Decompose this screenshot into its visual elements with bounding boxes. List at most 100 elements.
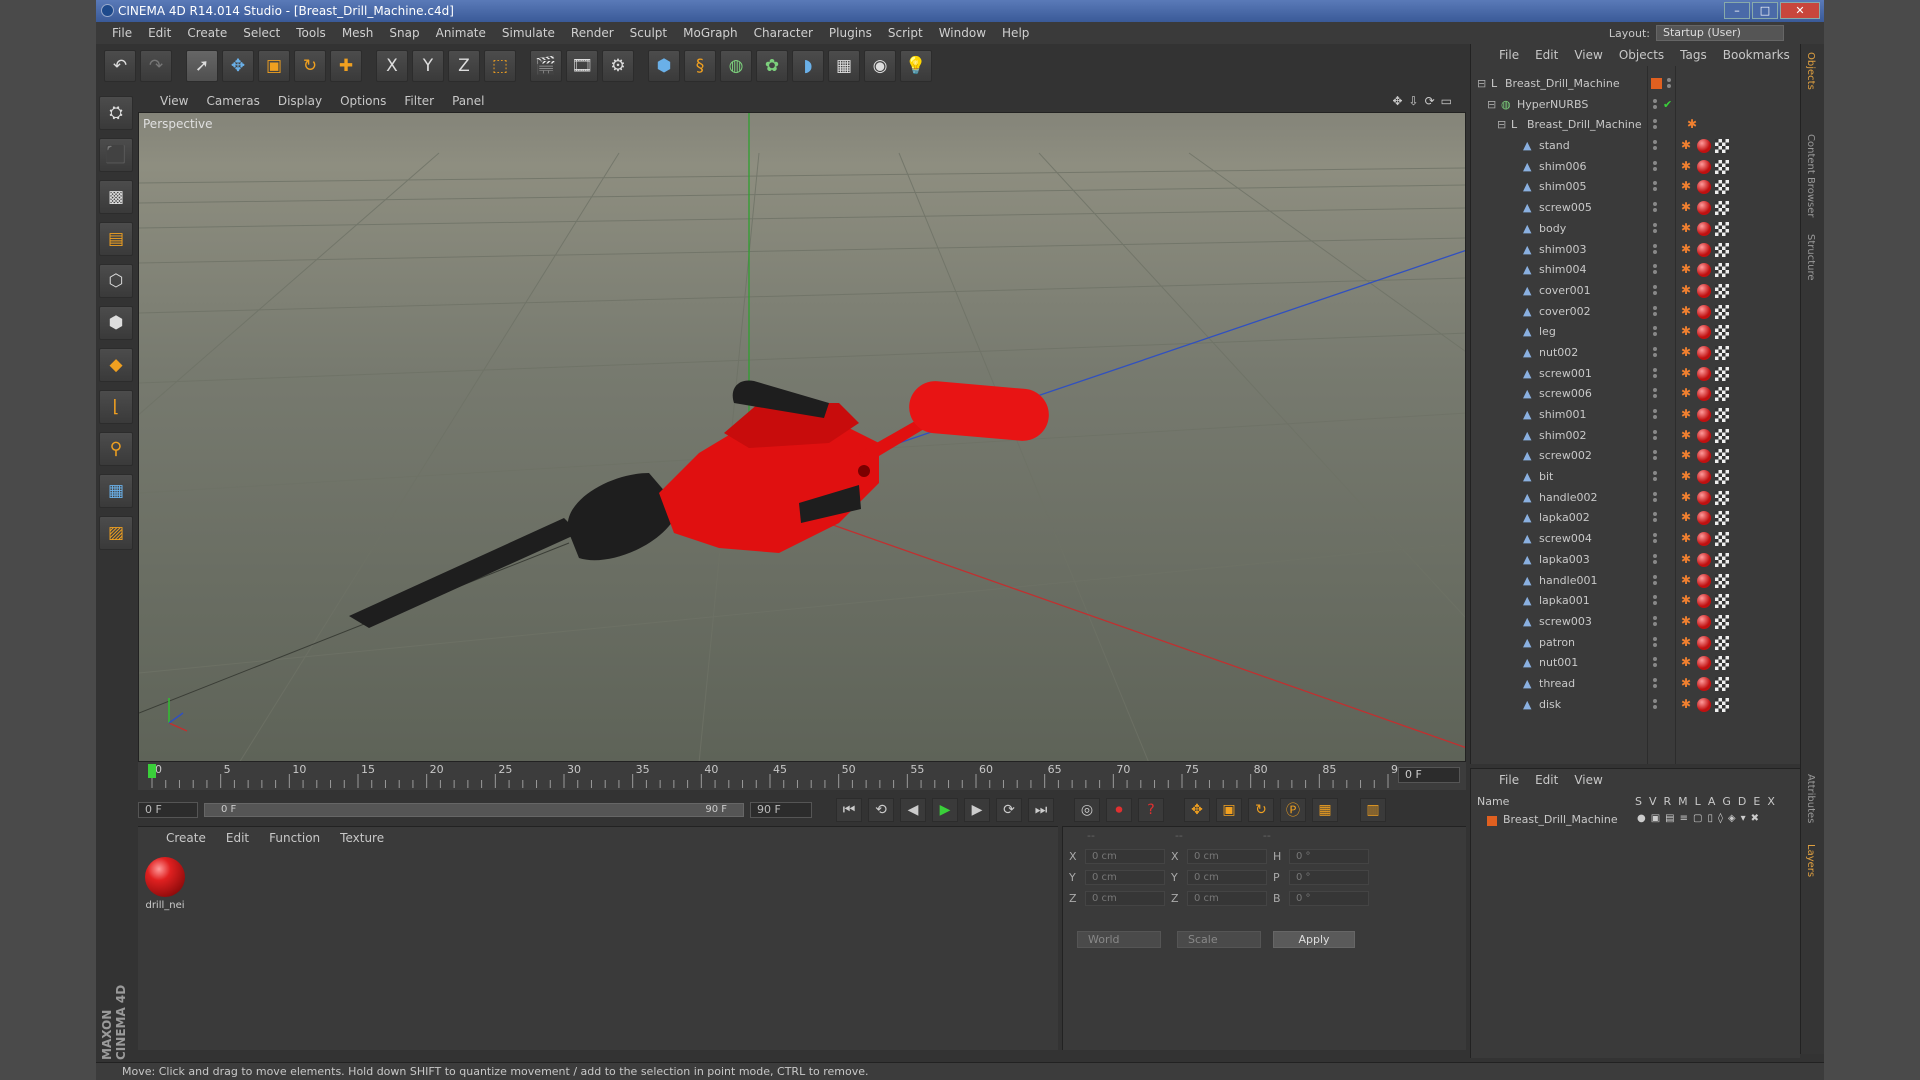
material-tag-icon[interactable]	[1697, 470, 1711, 485]
material-tag-icon[interactable]	[1697, 552, 1711, 567]
material-tag-icon[interactable]	[1697, 387, 1711, 402]
objects-menu-edit[interactable]: Edit	[1535, 48, 1558, 62]
phong-tag-icon[interactable]: ✱	[1681, 243, 1693, 255]
workplane-lock-icon[interactable]: ▨	[99, 516, 133, 550]
perspective-viewport[interactable]: Perspective	[138, 112, 1466, 762]
viewport-menu-cameras[interactable]: Cameras	[206, 94, 259, 108]
record-rotation-icon[interactable]: ↻	[1248, 798, 1274, 822]
model-mode-icon[interactable]: ⬛	[99, 138, 133, 172]
phong-tag-icon[interactable]: ✱	[1681, 325, 1693, 337]
menu-render[interactable]: Render	[563, 26, 622, 40]
visibility-dots[interactable]	[1651, 615, 1659, 628]
tree-item-object[interactable]: ▲ handle002 ✱	[1471, 488, 1801, 509]
uvw-tag-icon[interactable]	[1715, 573, 1729, 588]
material-tag-icon[interactable]	[1697, 428, 1711, 443]
uvw-tag-icon[interactable]	[1715, 180, 1729, 195]
tree-item-object[interactable]: ▲ cover001 ✱	[1471, 281, 1801, 302]
phong-tag-icon[interactable]: ✱	[1681, 491, 1693, 503]
tree-item-object[interactable]: ▲ shim004 ✱	[1471, 260, 1801, 281]
viewport-navigation-icons[interactable]: ✥⇩⟳▭	[1392, 94, 1458, 108]
layer-column-x[interactable]: X	[1767, 795, 1775, 808]
phong-tag-icon[interactable]: ✱	[1681, 201, 1693, 213]
uvw-tag-icon[interactable]	[1715, 428, 1729, 443]
phong-tag-icon[interactable]: ✱	[1681, 636, 1693, 648]
material-tag-icon[interactable]	[1697, 180, 1711, 195]
minimize-button[interactable]: –	[1724, 2, 1750, 19]
rotate-icon[interactable]: ↻	[294, 50, 326, 82]
visibility-dots[interactable]	[1651, 471, 1659, 483]
layer-toggle-icons[interactable]: ●▣▤≡▢▯◊◈▾✖	[1637, 813, 1764, 824]
phong-tag-icon[interactable]: ✱	[1681, 449, 1693, 461]
uvw-tag-icon[interactable]	[1715, 325, 1729, 340]
phong-tag-icon[interactable]: ✱	[1681, 677, 1693, 689]
phong-tag-icon[interactable]: ✱	[1681, 387, 1693, 399]
uvw-tag-icon[interactable]	[1715, 139, 1729, 154]
visibility-dots[interactable]	[1651, 595, 1659, 607]
visibility-dots[interactable]	[1651, 222, 1659, 235]
record-parameter-icon[interactable]: Ⓟ	[1280, 798, 1306, 822]
tree-item-object[interactable]: ▲ screw003 ✱	[1471, 612, 1801, 633]
material-tag-icon[interactable]	[1697, 242, 1711, 257]
material-tag-icon[interactable]	[1697, 304, 1711, 319]
deformer-icon[interactable]: ◗	[792, 50, 824, 82]
material-tag-icon[interactable]	[1697, 408, 1711, 422]
timeline-window-icon[interactable]: ▥	[1360, 798, 1386, 822]
render-picture-viewer-icon[interactable]: 🎞	[566, 50, 598, 82]
objects-menu-file[interactable]: File	[1499, 48, 1519, 62]
uvw-tag-icon[interactable]	[1715, 697, 1729, 712]
menu-script[interactable]: Script	[880, 26, 931, 40]
phong-tag-icon[interactable]: ✱	[1681, 553, 1693, 565]
material-tag-icon[interactable]	[1697, 511, 1711, 526]
array-icon[interactable]: ✿	[756, 50, 788, 82]
tree-item-hypernurbs[interactable]: ⊟ ◍ HyperNURBS ✔	[1471, 95, 1801, 116]
world-dropdown[interactable]: World	[1077, 931, 1161, 948]
collapse-icon[interactable]: ⊟	[1487, 99, 1498, 110]
layer-column-m[interactable]: M	[1678, 795, 1688, 808]
phong-tag-icon[interactable]: ✱	[1681, 160, 1693, 172]
layer-color-icon[interactable]	[1651, 78, 1662, 89]
uvw-tag-icon[interactable]	[1715, 552, 1729, 567]
previous-key-icon[interactable]: ⟲	[868, 798, 894, 822]
go-to-start-icon[interactable]: ⏮	[836, 798, 862, 822]
visibility-dots[interactable]	[1651, 346, 1659, 359]
menu-character[interactable]: Character	[746, 26, 821, 40]
texture-mode-icon[interactable]: ▩	[99, 180, 133, 214]
record-position-icon[interactable]: ✥	[1184, 798, 1210, 822]
visibility-dots[interactable]	[1651, 388, 1659, 400]
phong-tag-icon[interactable]: ✱	[1681, 615, 1693, 627]
visibility-dots[interactable]	[1651, 181, 1659, 193]
material-tag-icon[interactable]	[1697, 366, 1711, 381]
material-tag-icon[interactable]	[1697, 283, 1711, 298]
phong-tag-icon[interactable]: ✱	[1681, 470, 1693, 482]
menu-tools[interactable]: Tools	[288, 26, 334, 40]
uvw-tag-icon[interactable]	[1715, 635, 1729, 650]
phong-tag-icon[interactable]: ✱	[1681, 139, 1693, 151]
tree-item-object[interactable]: ▲ body ✱	[1471, 219, 1801, 240]
viewport-menu-panel[interactable]: Panel	[452, 94, 484, 108]
visibility-dots[interactable]	[1651, 533, 1659, 545]
material-tag-icon[interactable]	[1697, 201, 1711, 216]
position-x-field[interactable]: 0 cm	[1085, 849, 1165, 864]
rotation-b-field[interactable]: 0 °	[1289, 891, 1369, 906]
viewport-menu-display[interactable]: Display	[278, 94, 322, 108]
visibility-dots[interactable]	[1651, 367, 1659, 380]
spline-icon[interactable]: §	[684, 50, 716, 82]
uvw-tag-icon[interactable]	[1715, 283, 1729, 298]
close-button[interactable]: ✕	[1780, 2, 1820, 19]
redo-icon[interactable]: ↷	[140, 50, 172, 82]
menu-help[interactable]: Help	[994, 26, 1037, 40]
layers-menu-file[interactable]: File	[1499, 773, 1519, 787]
material-tag-icon[interactable]	[1697, 159, 1711, 174]
maximize-button[interactable]: □	[1752, 2, 1778, 19]
render-view-icon[interactable]: 🎬	[530, 50, 562, 82]
uvw-tag-icon[interactable]	[1715, 221, 1729, 236]
tree-item-object[interactable]: ▲ screw006 ✱	[1471, 384, 1801, 405]
undo-icon[interactable]: ↶	[104, 50, 136, 82]
material-tag-icon[interactable]	[1697, 449, 1711, 464]
viewport-menu-view[interactable]: View	[160, 94, 188, 108]
material-tag-icon[interactable]	[1697, 532, 1711, 547]
material-menu-function[interactable]: Function	[269, 831, 320, 845]
tree-item-object[interactable]: ▲ thread ✱	[1471, 674, 1801, 695]
layer-column-l[interactable]: L	[1695, 795, 1701, 808]
phong-tag-icon[interactable]: ✱	[1681, 574, 1693, 586]
